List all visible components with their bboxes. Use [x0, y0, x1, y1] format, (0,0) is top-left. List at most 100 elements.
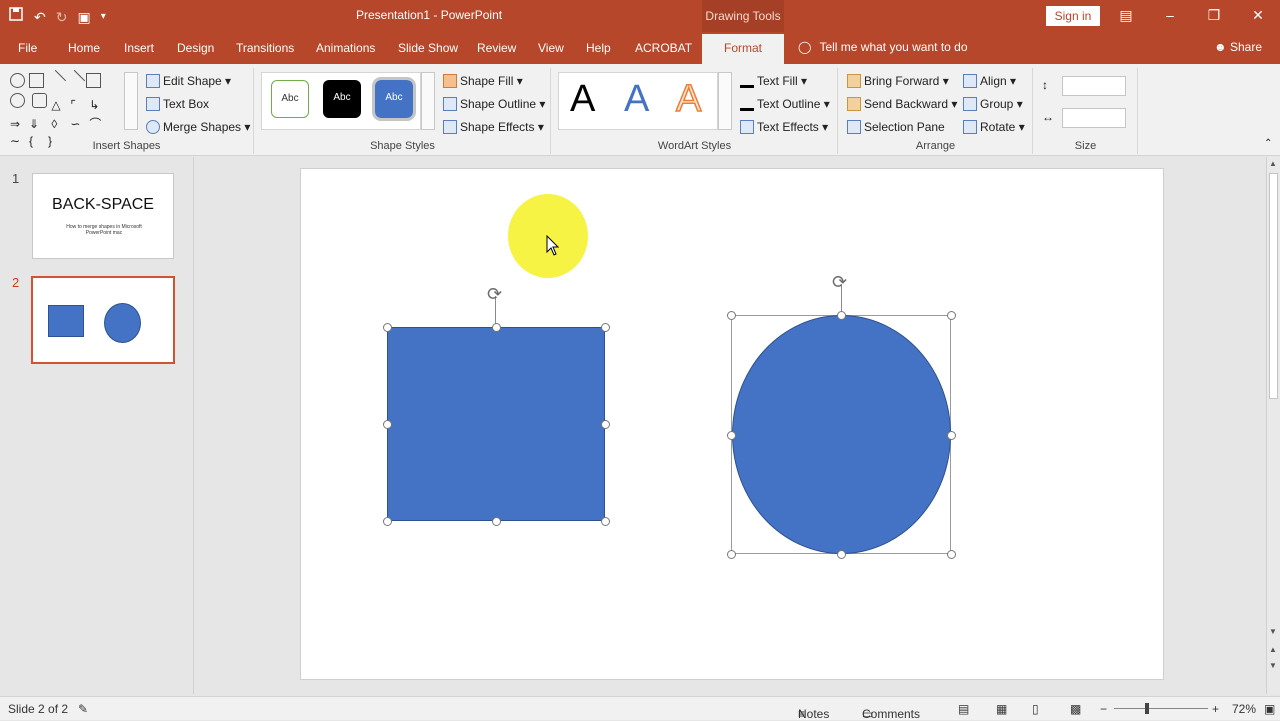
- square-shape[interactable]: [387, 327, 605, 521]
- tab-home[interactable]: Home: [68, 41, 100, 55]
- text-effects-button[interactable]: Text Effects ▾: [740, 120, 828, 134]
- share-button[interactable]: ☻ Share: [1214, 40, 1262, 54]
- ribbon-options-icon[interactable]: ▤: [1104, 0, 1148, 32]
- text-fill-button[interactable]: Text Fill ▾: [740, 74, 807, 88]
- textbox-shape-icon[interactable]: [29, 73, 44, 88]
- square-resize-handle[interactable]: [601, 323, 610, 332]
- wordart-style-2[interactable]: A: [624, 78, 649, 121]
- tab-design[interactable]: Design: [177, 41, 214, 55]
- circle-resize-handle[interactable]: [947, 431, 956, 440]
- tab-file[interactable]: File: [18, 41, 37, 55]
- vertical-scrollbar[interactable]: ▲ ▼ ▲ ▼: [1266, 157, 1280, 694]
- down-arrow-shape-icon[interactable]: ⇓: [29, 117, 44, 132]
- selection-pane-button[interactable]: Selection Pane: [847, 120, 945, 134]
- save-icon[interactable]: [8, 6, 24, 27]
- arrow-shape-icon[interactable]: [63, 69, 86, 92]
- elbow-arrow-icon[interactable]: ↳: [89, 98, 104, 113]
- shape-outline-button[interactable]: Shape Outline ▾: [443, 97, 545, 111]
- wordart-style-3[interactable]: A: [675, 77, 702, 121]
- wordart-scroll[interactable]: [718, 72, 732, 130]
- tab-animations[interactable]: Animations: [316, 41, 375, 55]
- minimize-icon[interactable]: –: [1148, 0, 1192, 32]
- oval-shape-icon[interactable]: [10, 73, 25, 88]
- slide-thumbnail-2[interactable]: [31, 276, 175, 364]
- zoom-level[interactable]: 72%: [1232, 702, 1256, 716]
- text-outline-button[interactable]: Text Outline ▾: [740, 97, 830, 111]
- circle-resize-handle[interactable]: [837, 550, 846, 559]
- shape-fill-button[interactable]: Shape Fill ▾: [443, 74, 523, 88]
- customize-icon[interactable]: ▾: [101, 7, 106, 27]
- previous-slide-icon[interactable]: ▲: [1269, 645, 1277, 654]
- shape-style-preset-3[interactable]: Abc: [372, 77, 416, 121]
- sign-in-button[interactable]: Sign in: [1046, 6, 1100, 26]
- spellcheck-icon[interactable]: ✎: [78, 702, 88, 716]
- tell-me-search[interactable]: ◯ Tell me what you want to do: [798, 40, 968, 54]
- tab-acrobat[interactable]: ACROBAT: [635, 41, 692, 55]
- square-resize-handle[interactable]: [601, 517, 610, 526]
- shape-style-preset-2[interactable]: Abc: [323, 80, 361, 118]
- redo-icon[interactable]: ↻: [56, 7, 68, 27]
- wordart-style-1[interactable]: A: [570, 78, 595, 121]
- shape-styles-scroll[interactable]: [421, 72, 435, 130]
- reading-view-icon[interactable]: ▯: [1032, 702, 1039, 716]
- circle-rotate-handle-icon[interactable]: ⟳: [832, 272, 847, 293]
- normal-view-icon[interactable]: ▤: [958, 702, 969, 716]
- tab-transitions[interactable]: Transitions: [236, 41, 294, 55]
- circle-resize-handle[interactable]: [837, 311, 846, 320]
- elbow-connector-icon[interactable]: ⌜: [70, 98, 85, 113]
- circle-resize-handle[interactable]: [727, 311, 736, 320]
- slide-sorter-icon[interactable]: ▦: [996, 702, 1007, 716]
- tab-slide-show[interactable]: Slide Show: [398, 41, 458, 55]
- tab-help[interactable]: Help: [586, 41, 611, 55]
- collapse-ribbon-icon[interactable]: ⌃: [1264, 138, 1272, 149]
- fit-slide-icon[interactable]: ▣: [1264, 702, 1275, 716]
- square-resize-handle[interactable]: [383, 323, 392, 332]
- square-resize-handle[interactable]: [383, 420, 392, 429]
- circle-resize-handle[interactable]: [727, 550, 736, 559]
- ellipse-shape-icon[interactable]: [10, 93, 25, 108]
- scroll-thumb[interactable]: [1269, 173, 1278, 399]
- circle-resize-handle[interactable]: [947, 550, 956, 559]
- slide-thumbnail-1[interactable]: BACK-SPACE How to merge shapes in Micros…: [32, 173, 174, 259]
- present-icon[interactable]: ▣: [77, 7, 90, 27]
- circle-resize-handle[interactable]: [727, 431, 736, 440]
- next-slide-icon[interactable]: ▼: [1269, 661, 1277, 670]
- square-resize-handle[interactable]: [601, 420, 610, 429]
- slideshow-view-icon[interactable]: ▩: [1070, 702, 1081, 716]
- tab-insert[interactable]: Insert: [124, 41, 154, 55]
- merge-shapes-button[interactable]: Merge Shapes ▾: [146, 120, 250, 134]
- send-backward-button[interactable]: Send Backward ▾: [847, 97, 957, 111]
- zoom-out-button[interactable]: −: [1100, 702, 1107, 716]
- square-resize-handle[interactable]: [383, 517, 392, 526]
- square-rotate-handle-icon[interactable]: ⟳: [487, 284, 502, 305]
- zoom-slider-thumb[interactable]: [1145, 703, 1149, 714]
- shape-style-preset-1[interactable]: Abc: [271, 80, 309, 118]
- rounded-rect-shape-icon[interactable]: [32, 93, 48, 108]
- rotate-button[interactable]: Rotate ▾: [963, 120, 1025, 134]
- right-arrow-shape-icon[interactable]: ⇒: [10, 117, 25, 132]
- scroll-down-icon[interactable]: ▼: [1269, 627, 1277, 636]
- group-button[interactable]: Group ▾: [963, 97, 1023, 111]
- restore-icon[interactable]: ❐: [1192, 0, 1236, 32]
- arc-shape-icon[interactable]: ⌒: [89, 115, 104, 131]
- align-button[interactable]: Align ▾: [963, 74, 1016, 88]
- tab-review[interactable]: Review: [477, 41, 516, 55]
- scroll-up-icon[interactable]: ▲: [1269, 159, 1277, 168]
- close-icon[interactable]: ✕: [1236, 0, 1280, 32]
- undo-icon[interactable]: ↶: [34, 7, 46, 27]
- edit-shape-button[interactable]: Edit Shape ▾: [146, 74, 231, 88]
- bring-forward-button[interactable]: Bring Forward ▾: [847, 74, 949, 88]
- square-resize-handle[interactable]: [492, 517, 501, 526]
- scribble-shape-icon[interactable]: ∽: [70, 117, 85, 132]
- freeform-shape-icon[interactable]: ◊: [51, 117, 66, 132]
- shape-width-input[interactable]: [1062, 108, 1126, 128]
- zoom-slider-track[interactable]: [1114, 708, 1208, 709]
- triangle-shape-icon[interactable]: △: [51, 98, 66, 113]
- shapes-gallery[interactable]: △ ⌜ ↳⇒ ⇓ ◊ ∽ ⌒∼{}: [8, 69, 120, 148]
- shape-height-input[interactable]: [1062, 76, 1126, 96]
- text-box-button[interactable]: Text Box: [146, 97, 209, 111]
- rectangle-shape-icon[interactable]: [86, 73, 101, 88]
- tab-view[interactable]: View: [538, 41, 564, 55]
- square-resize-handle[interactable]: [492, 323, 501, 332]
- circle-resize-handle[interactable]: [947, 311, 956, 320]
